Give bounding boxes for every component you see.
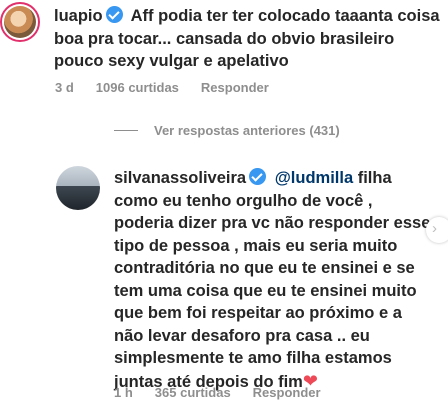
reply-button[interactable]: Responder [253,385,321,400]
divider-line [114,130,138,131]
comment-time: 3 d [55,80,74,95]
likes-count-button[interactable]: 1096 curtidas [96,80,179,95]
comment-time: 1 h [114,385,133,400]
comment-text-silvanassoliveira: filha como eu tenho orgulho de você , po… [114,169,431,391]
chevron-right-icon: › [432,220,437,237]
comment-meta-silvanassoliveira: 1 h 365 curtidas Responder [114,385,321,400]
view-previous-replies[interactable]: Ver respostas anteriores (431) [114,123,340,138]
verified-badge-icon [249,168,267,185]
avatar-silvanassoliveira[interactable] [56,166,100,210]
likes-count-button[interactable]: 365 curtidas [155,385,231,400]
verified-badge-icon [105,6,123,23]
mention-link[interactable]: @ludmilla [275,169,353,187]
reply-button[interactable]: Responder [201,80,269,95]
comment-luapio: luapio Aff podia ter ter colocado taaant… [54,5,444,73]
username-luapio[interactable]: luapio [54,7,103,25]
avatar-luapio[interactable] [0,2,40,42]
username-silvanassoliveira[interactable]: silvanassoliveira [114,169,246,187]
comment-silvanassoliveira: silvanassoliveira @ludmilla filha como e… [114,167,434,393]
comment-meta-luapio: 3 d 1096 curtidas Responder [55,80,269,95]
next-arrow-button[interactable]: › [426,217,448,243]
view-replies-label[interactable]: Ver respostas anteriores (431) [154,123,340,138]
